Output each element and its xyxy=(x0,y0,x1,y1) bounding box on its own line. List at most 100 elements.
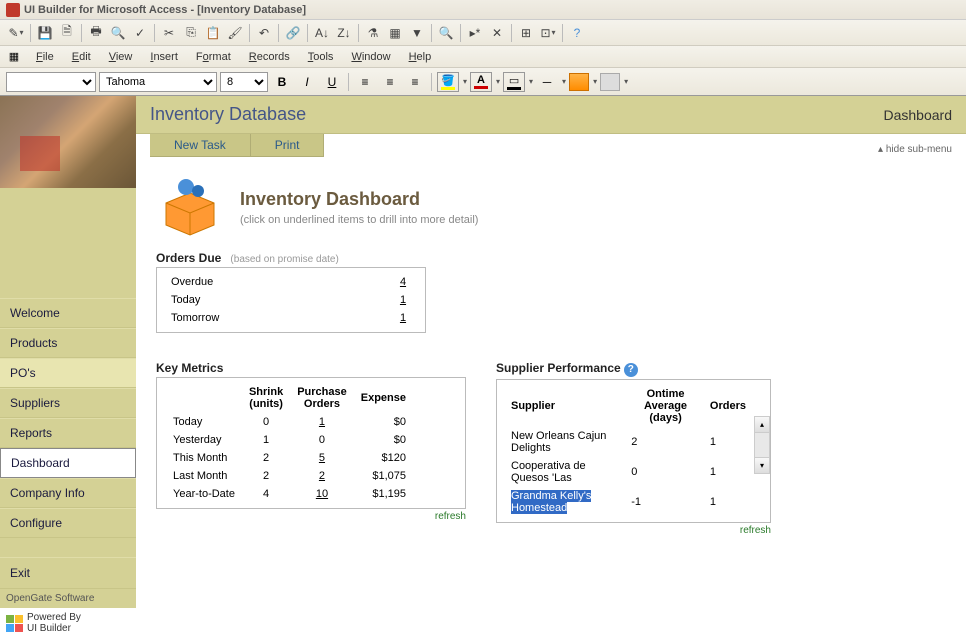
save-as-icon[interactable]: 🗎 xyxy=(57,23,77,43)
po-link[interactable]: 5 xyxy=(291,450,353,466)
find-icon[interactable]: 🔍 xyxy=(436,23,456,43)
menu-records[interactable]: Records xyxy=(241,49,298,65)
filter-form-icon[interactable]: ▦ xyxy=(385,23,405,43)
design-view-icon[interactable]: ✎▾ xyxy=(6,23,26,43)
format-painter-icon[interactable]: 🖌 xyxy=(225,23,245,43)
copy-icon[interactable]: ⎘ xyxy=(181,23,201,43)
content-title: Inventory Database xyxy=(150,104,306,125)
undo-icon[interactable]: ↶ xyxy=(254,23,274,43)
filter-selection-icon[interactable]: ⚗ xyxy=(363,23,383,43)
font-size-selector[interactable]: 8 xyxy=(220,72,268,92)
new-record-icon[interactable]: ▸* xyxy=(465,23,485,43)
supplier-table: Supplier Ontime Average(days) Orders New… xyxy=(505,384,752,518)
powered-by-logo: Powered ByUI Builder xyxy=(0,608,136,638)
delete-record-icon[interactable]: ✕ xyxy=(487,23,507,43)
italic-button[interactable]: I xyxy=(296,72,318,92)
scroll-up-button[interactable]: ▴ xyxy=(755,417,769,433)
scrollbar[interactable]: ▴ ▾ xyxy=(754,416,770,474)
tomorrow-link[interactable]: 1 xyxy=(383,310,423,326)
supplier-refresh-link[interactable]: refresh xyxy=(496,525,771,536)
sidebar-image xyxy=(0,96,136,188)
key-metrics-table: Shrink(units) PurchaseOrders Expense Tod… xyxy=(165,382,414,504)
sidebar: Welcome Products PO's Suppliers Reports … xyxy=(0,96,136,638)
help-icon[interactable]: ? xyxy=(567,23,587,43)
table-row: Year-to-Date410$1,195 xyxy=(167,486,412,502)
key-metrics-title: Key Metrics xyxy=(156,361,223,375)
scroll-down-button[interactable]: ▾ xyxy=(755,457,769,473)
print-button[interactable]: Print xyxy=(251,134,325,156)
align-right-button[interactable]: ≡ xyxy=(404,72,426,92)
apply-filter-icon[interactable]: ▼ xyxy=(407,23,427,43)
fill-color-button[interactable]: 🪣 xyxy=(437,72,459,92)
app-icon xyxy=(6,3,20,17)
action-bar: New Task Print xyxy=(150,134,324,157)
window-title: UI Builder for Microsoft Access - [Inven… xyxy=(24,4,306,16)
table-row: Cooperativa de Quesos 'Las01 xyxy=(507,458,750,486)
table-row: This Month25$120 xyxy=(167,450,412,466)
line-width-button[interactable]: ─ xyxy=(536,72,558,92)
align-left-button[interactable]: ≡ xyxy=(354,72,376,92)
po-link[interactable]: 1 xyxy=(291,414,353,430)
line-color-button[interactable]: ▭ xyxy=(503,72,525,92)
new-task-button[interactable]: New Task xyxy=(150,134,251,156)
nav-products[interactable]: Products xyxy=(0,328,136,358)
nav-welcome[interactable]: Welcome xyxy=(0,298,136,328)
spell-check-icon[interactable]: ✓ xyxy=(130,23,150,43)
dashboard-title: Inventory Dashboard xyxy=(240,189,478,210)
orders-due-table: Overdue4 Today1 Tomorrow1 xyxy=(165,272,425,328)
today-link[interactable]: 1 xyxy=(383,292,423,308)
special-effect-2-button[interactable] xyxy=(600,73,620,91)
sort-desc-icon[interactable]: Z↓ xyxy=(334,23,354,43)
new-object-icon[interactable]: ⊡▾ xyxy=(538,23,558,43)
table-row: Last Month22$1,075 xyxy=(167,468,412,484)
cut-icon[interactable]: ✂ xyxy=(159,23,179,43)
object-selector[interactable] xyxy=(6,72,96,92)
nav-configure[interactable]: Configure xyxy=(0,508,136,538)
content-area: Inventory Database Dashboard New Task Pr… xyxy=(136,96,966,638)
page-name: Dashboard xyxy=(884,107,953,123)
database-window-icon[interactable]: ⊞ xyxy=(516,23,536,43)
nav-dashboard[interactable]: Dashboard xyxy=(0,448,136,478)
paste-icon[interactable]: 📋 xyxy=(203,23,223,43)
font-color-button[interactable]: A xyxy=(470,72,492,92)
po-link[interactable]: 10 xyxy=(291,486,353,502)
table-row: Grandma Kelly's Homestead-11 xyxy=(507,488,750,516)
print-icon[interactable]: 🖶 xyxy=(86,23,106,43)
bold-button[interactable]: B xyxy=(271,72,293,92)
po-link[interactable]: 2 xyxy=(291,468,353,484)
overdue-link[interactable]: 4 xyxy=(383,274,423,290)
align-center-button[interactable]: ≡ xyxy=(379,72,401,92)
menu-file[interactable]: File xyxy=(28,49,62,65)
special-effect-button[interactable] xyxy=(569,73,589,91)
underline-button[interactable]: U xyxy=(321,72,343,92)
print-preview-icon[interactable]: 🔍 xyxy=(108,23,128,43)
nav-suppliers[interactable]: Suppliers xyxy=(0,388,136,418)
nav-exit[interactable]: Exit xyxy=(0,557,136,589)
help-icon[interactable]: ? xyxy=(624,363,638,377)
menu-bar: ▦ File Edit View Insert Format Records T… xyxy=(0,46,966,68)
font-selector[interactable]: Tahoma xyxy=(99,72,217,92)
hyperlink-icon[interactable]: 🔗 xyxy=(283,23,303,43)
menu-edit[interactable]: Edit xyxy=(64,49,99,65)
menu-format[interactable]: Format xyxy=(188,49,239,65)
save-icon[interactable]: 💾 xyxy=(35,23,55,43)
nav-company-info[interactable]: Company Info xyxy=(0,478,136,508)
nav-pos[interactable]: PO's xyxy=(0,358,136,388)
sort-asc-icon[interactable]: A↓ xyxy=(312,23,332,43)
menu-window[interactable]: Window xyxy=(343,49,398,65)
nav-reports[interactable]: Reports xyxy=(0,418,136,448)
table-row: New Orleans Cajun Delights21 xyxy=(507,428,750,456)
format-toolbar: Tahoma 8 B I U ≡ ≡ ≡ 🪣▾ A▾ ▭▾ ─▾ ▾ ▾ xyxy=(0,68,966,96)
dashboard-subtitle: (click on underlined items to drill into… xyxy=(240,214,478,226)
table-row: Overdue4 xyxy=(167,274,423,290)
menu-help[interactable]: Help xyxy=(401,49,440,65)
hide-submenu-link[interactable]: hide sub-menu xyxy=(878,144,952,155)
menu-tools[interactable]: Tools xyxy=(300,49,342,65)
main-toolbar: ✎▾ 💾 🗎 🖶 🔍 ✓ ✂ ⎘ 📋 🖌 ↶ 🔗 A↓ Z↓ ⚗ ▦ ▼ 🔍 ▸… xyxy=(0,20,966,46)
metrics-refresh-link[interactable]: refresh xyxy=(156,511,466,522)
menu-view[interactable]: View xyxy=(101,49,141,65)
dashboard-box-icon xyxy=(156,173,224,241)
menu-insert[interactable]: Insert xyxy=(142,49,186,65)
orders-due-subtitle: (based on promise date) xyxy=(230,254,338,265)
form-icon[interactable]: ▦ xyxy=(6,49,22,65)
